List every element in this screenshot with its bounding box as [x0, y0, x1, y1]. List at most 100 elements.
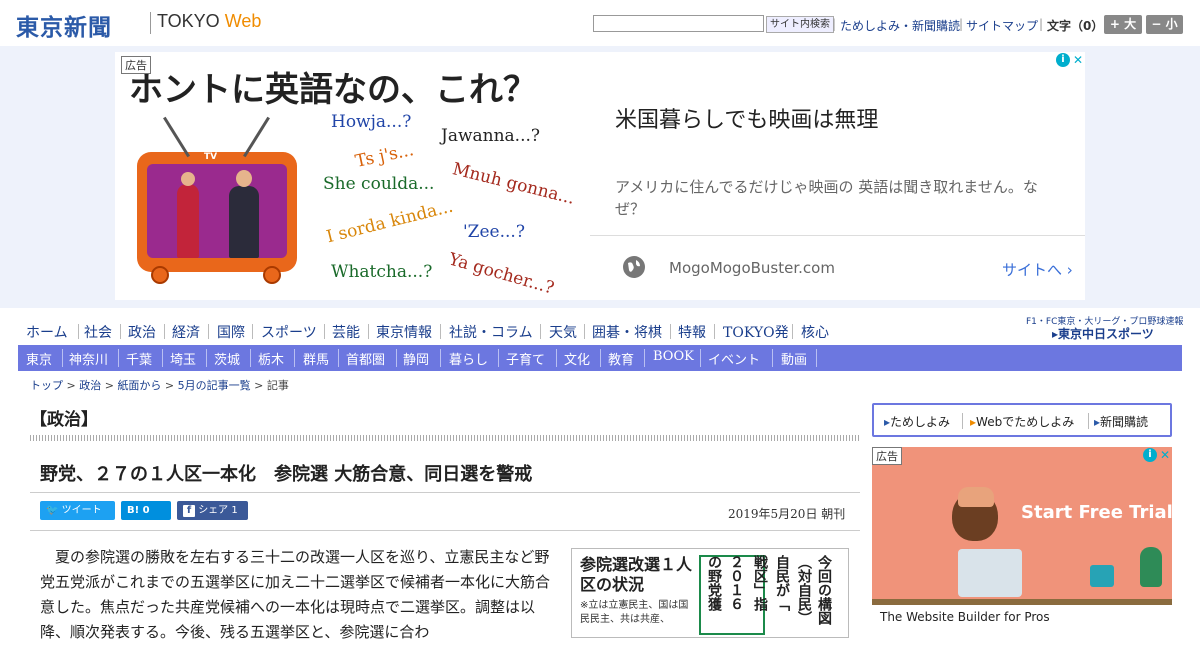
- font-smaller-button[interactable]: − 小: [1146, 15, 1183, 34]
- breadcrumb-may-articles[interactable]: 5月の記事一覧: [178, 379, 251, 392]
- nav-parenting[interactable]: 子育て: [506, 349, 545, 368]
- trial-read-link[interactable]: ▸ためしよみ: [884, 413, 950, 430]
- font-size-label: 文字（0）: [1047, 19, 1104, 33]
- region-ibaraki[interactable]: 茨城: [214, 349, 240, 368]
- nav-tokuho[interactable]: 特報: [678, 322, 706, 342]
- nav-sports[interactable]: スポーツ: [261, 322, 317, 342]
- nav-go-shogi[interactable]: 囲碁・将棋: [592, 322, 662, 342]
- tokyo-shimbun-logo[interactable]: 東京新聞: [16, 8, 112, 42]
- ad-image[interactable]: ホントに英語なの、これ？ TV Howja...? Jawanna...? Ts…: [115, 52, 590, 300]
- region-chiba[interactable]: 千葉: [126, 349, 152, 368]
- nav-book[interactable]: BOOK: [653, 349, 694, 364]
- nav-separator: [208, 324, 209, 339]
- ad-domain[interactable]: MogoMogoBuster.com: [669, 259, 835, 277]
- nav-education[interactable]: 教育: [608, 349, 634, 368]
- chunichi-sports-logo[interactable]: ▸東京中日スポーツ: [1052, 325, 1154, 342]
- nav-weather[interactable]: 天気: [549, 322, 577, 342]
- nav-separator: [700, 349, 701, 367]
- sidebar-ad-image[interactable]: Start Free Trial: [872, 447, 1172, 605]
- adchoices-info-icon[interactable]: i: [1056, 53, 1070, 67]
- sidebar-ad-banner[interactable]: Start Free Trial 広告 i ✕ The Website Buil…: [872, 447, 1172, 630]
- tv-label: TV: [204, 152, 218, 162]
- tv-screen-couple-image: [147, 164, 287, 258]
- divider: [30, 492, 860, 493]
- region-tokyo[interactable]: 東京: [26, 349, 52, 368]
- ad-divider: [590, 235, 1085, 236]
- hatena-bookmark-button[interactable]: B! 0: [121, 501, 171, 520]
- nav-separator: [62, 349, 63, 367]
- tokyo-web-logo[interactable]: TOKYO Web: [157, 11, 261, 32]
- facebook-share-label: シェア 1: [198, 505, 238, 516]
- sidebar-ad-caption[interactable]: The Website Builder for Pros: [880, 610, 1050, 624]
- ad-description[interactable]: アメリカに住んでるだけじゃ映画の 英語は聞き取れません。なぜ？: [615, 176, 1060, 220]
- ad-visit-site-link[interactable]: サイトへ ›: [1002, 259, 1073, 280]
- tweet-label: ツイート: [61, 505, 102, 516]
- sitemap-link[interactable]: サイトマップ: [966, 17, 1038, 34]
- region-saitama[interactable]: 埼玉: [170, 349, 196, 368]
- nav-international[interactable]: 国際: [217, 322, 245, 342]
- ad-phrase: Howja...?: [331, 112, 412, 132]
- logo-divider: [150, 12, 151, 34]
- site-search-button[interactable]: サイト内検索: [766, 16, 834, 33]
- nav-kakushin[interactable]: 核心: [801, 322, 829, 342]
- nav-separator: [816, 349, 817, 367]
- nav-society[interactable]: 社会: [84, 322, 112, 342]
- infographic-column: 今回の構図: [816, 555, 832, 625]
- nav-events[interactable]: イベント: [708, 349, 760, 368]
- region-kanagawa[interactable]: 神奈川: [69, 349, 108, 368]
- nav-kurashi[interactable]: 暮らし: [449, 349, 488, 368]
- twitter-bird-icon: 🐦: [46, 505, 59, 516]
- infographic-image[interactable]: 参院選改選１人区の状況 ※立は立憲民主、国は国民民主、共は共産、 今回の構図 （…: [571, 548, 849, 638]
- nav-separator: [338, 349, 339, 367]
- article-body: 夏の参院選の勝敗を左右する三十二の改選一人区を巡り、立憲民主など野党五党派がこれ…: [40, 548, 551, 641]
- laptop-illustration: [958, 549, 1022, 597]
- region-shizuoka[interactable]: 静岡: [403, 349, 429, 368]
- breadcrumb-from-paper[interactable]: 紙面から: [117, 379, 161, 392]
- site-header: 東京新聞 TOKYO Web サイト内検索 | ためしよみ・新聞購読 | サイト…: [0, 0, 1200, 46]
- nav-separator: [714, 324, 715, 339]
- ad-phrase: Whatcha...?: [331, 262, 433, 282]
- region-shutoken[interactable]: 首都圏: [346, 349, 385, 368]
- link-separator: [1088, 413, 1089, 429]
- nav-separator: [120, 324, 121, 339]
- facebook-icon: f: [183, 505, 195, 517]
- nav-separator: [206, 349, 207, 367]
- ad-close-icon[interactable]: ✕: [1158, 448, 1172, 462]
- subscribe-link[interactable]: ▸新聞購読: [1094, 413, 1148, 430]
- ad-phrase: Ya gocher...?: [446, 249, 557, 299]
- nav-separator: [600, 349, 601, 367]
- web-trial-read-link[interactable]: ▸Webでためしよみ: [970, 413, 1074, 430]
- adchoices-info-icon[interactable]: i: [1143, 448, 1157, 462]
- site-search-input[interactable]: [593, 15, 764, 32]
- font-larger-button[interactable]: + 大: [1104, 15, 1142, 34]
- link-separator: [962, 413, 963, 429]
- nav-economy[interactable]: 経済: [172, 322, 200, 342]
- region-gunma[interactable]: 群馬: [303, 349, 329, 368]
- nav-editorial-column[interactable]: 社説・コラム: [449, 322, 533, 342]
- ad-close-icon[interactable]: ✕: [1071, 53, 1085, 67]
- nav-tokyo-hatsu[interactable]: TOKYO発: [723, 322, 789, 342]
- nav-culture[interactable]: 文化: [564, 349, 590, 368]
- ad-phrase: 'Zee...?: [463, 222, 525, 242]
- nav-separator: [396, 349, 397, 367]
- region-tochigi[interactable]: 栃木: [258, 349, 284, 368]
- nav-entertainment[interactable]: 芸能: [332, 322, 360, 342]
- ad-title[interactable]: 米国暮らしでも映画は無理: [615, 102, 878, 134]
- nav-politics[interactable]: 政治: [128, 322, 156, 342]
- nav-tokyo-info[interactable]: 東京情報: [376, 322, 432, 342]
- trial-subscribe-link[interactable]: ためしよみ・新聞購読: [840, 17, 960, 34]
- top-ad-banner[interactable]: ホントに英語なの、これ？ TV Howja...? Jawanna...? Ts…: [115, 52, 1085, 300]
- infographic-title: 参院選改選１人区の状況: [580, 555, 693, 594]
- breadcrumb-top[interactable]: トップ: [30, 379, 63, 392]
- breadcrumb-politics[interactable]: 政治: [79, 379, 101, 392]
- header-link-separator: |: [832, 17, 837, 31]
- infographic-column: ２０１６: [728, 555, 744, 611]
- nav-separator: [250, 349, 251, 367]
- tweet-button[interactable]: 🐦 ツイート: [40, 501, 115, 520]
- facebook-share-button[interactable]: f シェア 1: [177, 501, 248, 520]
- nav-separator: [644, 349, 645, 367]
- web-trial-read-label: Webでためしよみ: [976, 415, 1075, 429]
- nav-separator: [498, 349, 499, 367]
- nav-video[interactable]: 動画: [781, 349, 807, 368]
- nav-home[interactable]: ホーム: [26, 322, 68, 342]
